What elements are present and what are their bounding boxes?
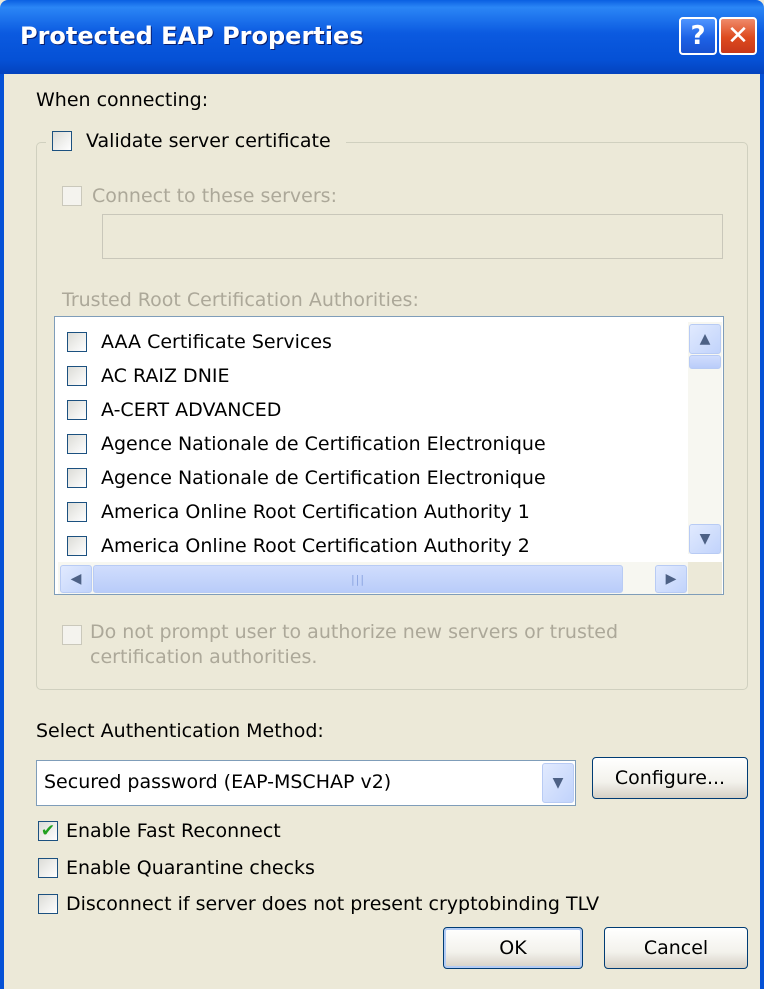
fast-reconnect-label[interactable]: Enable Fast Reconnect	[66, 820, 281, 842]
cert-label: Agence Nationale de Certification Electr…	[101, 466, 546, 489]
chevron-down-icon: ▼	[552, 775, 564, 791]
auth-method-label: Select Authentication Method:	[36, 720, 324, 742]
list-item[interactable]: Agence Nationale de Certification Electr…	[67, 461, 546, 494]
ok-button-label: OK	[499, 937, 527, 959]
cert-checkbox[interactable]	[67, 433, 87, 454]
close-icon: ✕	[727, 21, 749, 51]
configure-button-label: Configure...	[614, 767, 726, 789]
scroll-up-button[interactable]: ▲	[689, 324, 721, 354]
cert-checkbox[interactable]	[67, 467, 87, 488]
vertical-scroll-thumb[interactable]	[689, 355, 721, 369]
cert-label: America Online Root Certification Author…	[101, 500, 530, 523]
servers-input[interactable]	[102, 214, 723, 259]
connect-servers-label: Connect to these servers:	[92, 185, 337, 207]
quarantine-label[interactable]: Enable Quarantine checks	[66, 857, 315, 879]
quarantine-checkbox[interactable]	[38, 858, 58, 878]
checkmark-icon: ✔	[40, 820, 56, 841]
help-button[interactable]: ?	[679, 17, 717, 55]
no-prompt-label-line2: certification authorities.	[90, 646, 318, 668]
cert-label: Agence Nationale de Certification Electr…	[101, 432, 546, 455]
list-item[interactable]: America Online Root Certification Author…	[67, 529, 530, 562]
cert-label: AAA Certificate Services	[101, 330, 332, 353]
scrollbar-corner	[688, 562, 722, 594]
cert-list[interactable]: AAA Certificate Services AC RAIZ DNIE A-…	[54, 316, 724, 595]
connect-servers-checkbox[interactable]	[62, 186, 82, 206]
no-prompt-checkbox[interactable]	[62, 625, 82, 645]
list-item[interactable]: America Online Root Certification Author…	[67, 495, 530, 528]
list-item[interactable]: AC RAIZ DNIE	[67, 359, 230, 392]
auth-method-selected[interactable]: Secured password (EAP-MSCHAP v2)	[44, 771, 391, 793]
close-button[interactable]: ✕	[719, 17, 757, 55]
cert-checkbox[interactable]	[67, 501, 87, 522]
fast-reconnect-checkbox[interactable]: ✔	[38, 821, 58, 841]
horizontal-scroll-thumb[interactable]: |||	[93, 565, 623, 593]
configure-button[interactable]: Configure...	[592, 757, 748, 799]
ok-button[interactable]: OK	[443, 927, 583, 969]
chevron-right-icon: ▶	[665, 571, 677, 587]
cert-checkbox[interactable]	[67, 331, 87, 352]
list-item[interactable]: A-CERT ADVANCED	[67, 393, 281, 426]
chevron-down-icon: ▼	[699, 531, 711, 547]
scroll-grip-icon: |||	[350, 572, 366, 586]
trusted-root-label: Trusted Root Certification Authorities:	[62, 289, 419, 311]
no-prompt-label-line1: Do not prompt user to authorize new serv…	[90, 621, 619, 643]
scroll-down-button[interactable]: ▼	[689, 524, 721, 554]
cert-label: A-CERT ADVANCED	[101, 398, 282, 421]
cert-checkbox[interactable]	[67, 399, 87, 420]
when-connecting-label: When connecting:	[36, 89, 209, 111]
cryptobinding-label[interactable]: Disconnect if server does not present cr…	[66, 893, 599, 915]
cert-label: AC RAIZ DNIE	[101, 364, 230, 387]
dropdown-arrow-button[interactable]: ▼	[542, 763, 574, 803]
window-title: Protected EAP Properties	[20, 22, 364, 50]
validate-cert-checkbox[interactable]	[52, 131, 72, 151]
cancel-button-label: Cancel	[643, 937, 709, 959]
window-border-left	[0, 74, 4, 989]
validate-cert-label[interactable]: Validate server certificate	[86, 130, 331, 152]
cancel-button[interactable]: Cancel	[604, 927, 748, 969]
cert-checkbox[interactable]	[67, 535, 87, 556]
cert-checkbox[interactable]	[67, 365, 87, 386]
chevron-up-icon: ▲	[699, 331, 711, 347]
scroll-left-button[interactable]: ◀	[60, 565, 92, 593]
window-border-right	[760, 74, 764, 989]
cert-label: America Online Root Certification Author…	[101, 534, 530, 557]
cryptobinding-checkbox[interactable]	[38, 894, 58, 914]
scroll-right-button[interactable]: ▶	[655, 565, 687, 593]
help-icon: ?	[690, 21, 706, 51]
list-item[interactable]: Agence Nationale de Certification Electr…	[67, 427, 546, 460]
chevron-left-icon: ◀	[70, 571, 82, 587]
list-item[interactable]: AAA Certificate Services	[67, 325, 332, 358]
